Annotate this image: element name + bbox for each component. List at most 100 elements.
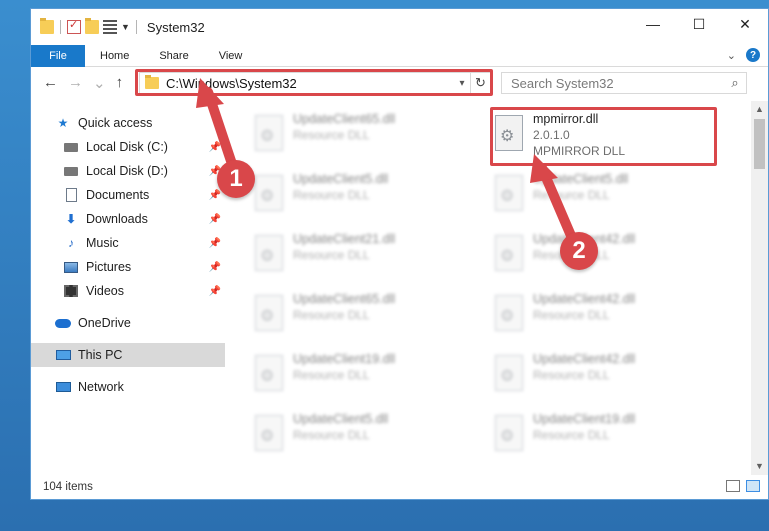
file-explorer-window: ▼ System32 — ☐ ✕ File Home Share View ⌄ …	[30, 8, 769, 500]
videos-icon	[63, 284, 79, 298]
dll-file-icon	[255, 295, 283, 331]
file-name: UpdateClient65.dll	[293, 292, 396, 306]
list-item[interactable]: UpdateClient42.dll Resource DLL	[489, 347, 689, 399]
step-1-badge: 1	[217, 160, 255, 198]
file-type: Resource DLL	[533, 428, 610, 442]
pin-icon[interactable]: 📌	[209, 190, 221, 201]
pictures-icon	[63, 260, 79, 274]
pin-icon[interactable]: 📌	[209, 142, 221, 153]
tab-file[interactable]: File	[31, 44, 85, 67]
file-name: UpdateClient5.dll	[293, 172, 389, 186]
dll-file-icon	[255, 115, 283, 151]
sidebar-item-music[interactable]: ♪ Music 📌	[31, 231, 225, 255]
list-item[interactable]: UpdateClient42.dll Resource DLL	[489, 287, 689, 339]
list-item[interactable]: UpdateClient65.dll Resource DLL	[249, 107, 449, 159]
dll-file-icon	[495, 175, 523, 211]
list-item[interactable]: UpdateClient21.dll Resource DLL	[249, 227, 449, 279]
scroll-up-icon[interactable]: ▲	[751, 101, 768, 118]
sidebar-item-label: This PC	[78, 348, 123, 362]
tab-view[interactable]: View	[204, 50, 258, 62]
new-folder-icon[interactable]	[85, 18, 99, 34]
computer-icon	[55, 348, 71, 362]
forward-arrow-icon[interactable]: →	[68, 74, 83, 92]
file-type: Resource DLL	[533, 308, 610, 322]
sidebar-item-this-pc[interactable]: This PC	[31, 343, 225, 367]
status-bar: 104 items	[31, 475, 768, 499]
documents-icon	[63, 188, 79, 202]
pin-icon[interactable]: 📌	[209, 262, 221, 273]
network-icon	[55, 380, 71, 394]
navigation-pane: ★ Quick access Local Disk (C:) 📌 Local D…	[31, 101, 225, 475]
sidebar-item-documents[interactable]: Documents 📌	[31, 183, 225, 207]
pin-icon[interactable]: 📌	[209, 238, 221, 249]
file-name: UpdateClient19.dll	[533, 412, 636, 426]
dll-file-icon	[255, 235, 283, 271]
file-name: UpdateClient65.dll	[293, 112, 396, 126]
details-view-icon[interactable]	[726, 480, 740, 492]
sidebar-item-videos[interactable]: Videos 📌	[31, 279, 225, 303]
customize-icon[interactable]	[103, 20, 117, 34]
file-list: UpdateClient65.dll Resource DLL UpdateCli…	[225, 101, 768, 475]
vertical-scrollbar[interactable]: ▲ ▼	[751, 101, 768, 475]
large-icons-view-icon[interactable]	[746, 480, 760, 492]
search-placeholder[interactable]: Search System32	[511, 76, 724, 91]
file-type: Resource DLL	[293, 308, 370, 322]
list-item[interactable]: UpdateClient19.dll Resource DLL	[489, 407, 689, 459]
scroll-down-icon[interactable]: ▼	[751, 458, 768, 475]
sidebar-item-label: Videos	[86, 284, 124, 298]
recent-locations-icon[interactable]: ⌄	[93, 74, 106, 92]
chevron-down-icon[interactable]: ▼	[121, 22, 130, 32]
explorer-body: ★ Quick access Local Disk (C:) 📌 Local D…	[31, 101, 768, 475]
pin-icon[interactable]: 📌	[209, 286, 221, 297]
expand-ribbon-icon[interactable]: ⌄	[727, 49, 736, 62]
sidebar-item-local-disk-d[interactable]: Local Disk (D:) 📌	[31, 159, 225, 183]
file-type: Resource DLL	[533, 368, 610, 382]
sidebar-item-network[interactable]: Network	[31, 375, 225, 399]
toolbar-divider	[60, 20, 61, 34]
ribbon-right-controls: ⌄ ?	[727, 48, 760, 62]
dll-file-icon	[255, 415, 283, 451]
close-button[interactable]: ✕	[722, 9, 768, 39]
sidebar-item-quick-access[interactable]: ★ Quick access	[31, 111, 225, 135]
dll-file-icon	[495, 295, 523, 331]
list-item[interactable]: UpdateClient5.dll Resource DLL	[249, 167, 449, 219]
tab-home[interactable]: Home	[85, 50, 144, 62]
file-type: Resource DLL	[293, 368, 370, 382]
search-icon[interactable]: ⌕	[724, 75, 746, 91]
pin-icon[interactable]: 📌	[209, 214, 221, 225]
list-item[interactable]: UpdateClient5.dll Resource DLL	[249, 407, 449, 459]
up-arrow-icon[interactable]: ↑	[116, 74, 124, 92]
sidebar-item-label: Local Disk (C:)	[86, 140, 168, 154]
sidebar-item-label: Local Disk (D:)	[86, 164, 168, 178]
sidebar-item-label: Music	[86, 236, 119, 250]
file-type: Resource DLL	[293, 248, 370, 262]
minimize-button[interactable]: —	[630, 9, 676, 39]
sidebar-item-onedrive[interactable]: OneDrive	[31, 311, 225, 335]
sidebar-item-label: Downloads	[86, 212, 148, 226]
properties-check-icon[interactable]	[67, 18, 81, 34]
navigation-buttons: ← → ⌄ ↑	[31, 74, 139, 92]
search-box[interactable]: Search System32 ⌕	[501, 72, 747, 94]
list-item[interactable]: UpdateClient5.dll Resource DLL	[489, 167, 689, 219]
help-icon[interactable]: ?	[746, 48, 760, 62]
window-title: System32	[146, 19, 205, 35]
sidebar-item-downloads[interactable]: ⬇ Downloads 📌	[31, 207, 225, 231]
file-name: UpdateClient42.dll	[533, 292, 636, 306]
sidebar-item-pictures[interactable]: Pictures 📌	[31, 255, 225, 279]
list-item[interactable]: UpdateClient19.dll Resource DLL	[249, 347, 449, 399]
scrollbar-thumb[interactable]	[754, 119, 765, 169]
file-highlight-box	[490, 107, 717, 166]
window-controls: — ☐ ✕	[630, 9, 768, 39]
drive-icon	[63, 164, 79, 178]
back-arrow-icon[interactable]: ←	[43, 74, 58, 92]
maximize-button[interactable]: ☐	[676, 9, 722, 39]
tab-share[interactable]: Share	[144, 50, 203, 62]
sidebar-item-local-disk-c[interactable]: Local Disk (C:) 📌	[31, 135, 225, 159]
dll-file-icon	[255, 175, 283, 211]
list-item[interactable]: UpdateClient65.dll Resource DLL	[249, 287, 449, 339]
navigation-bar: ← → ⌄ ↑ C:\Windows\System32 ▾ ↻ Search S…	[31, 67, 768, 99]
sidebar-item-label: Quick access	[78, 116, 153, 130]
